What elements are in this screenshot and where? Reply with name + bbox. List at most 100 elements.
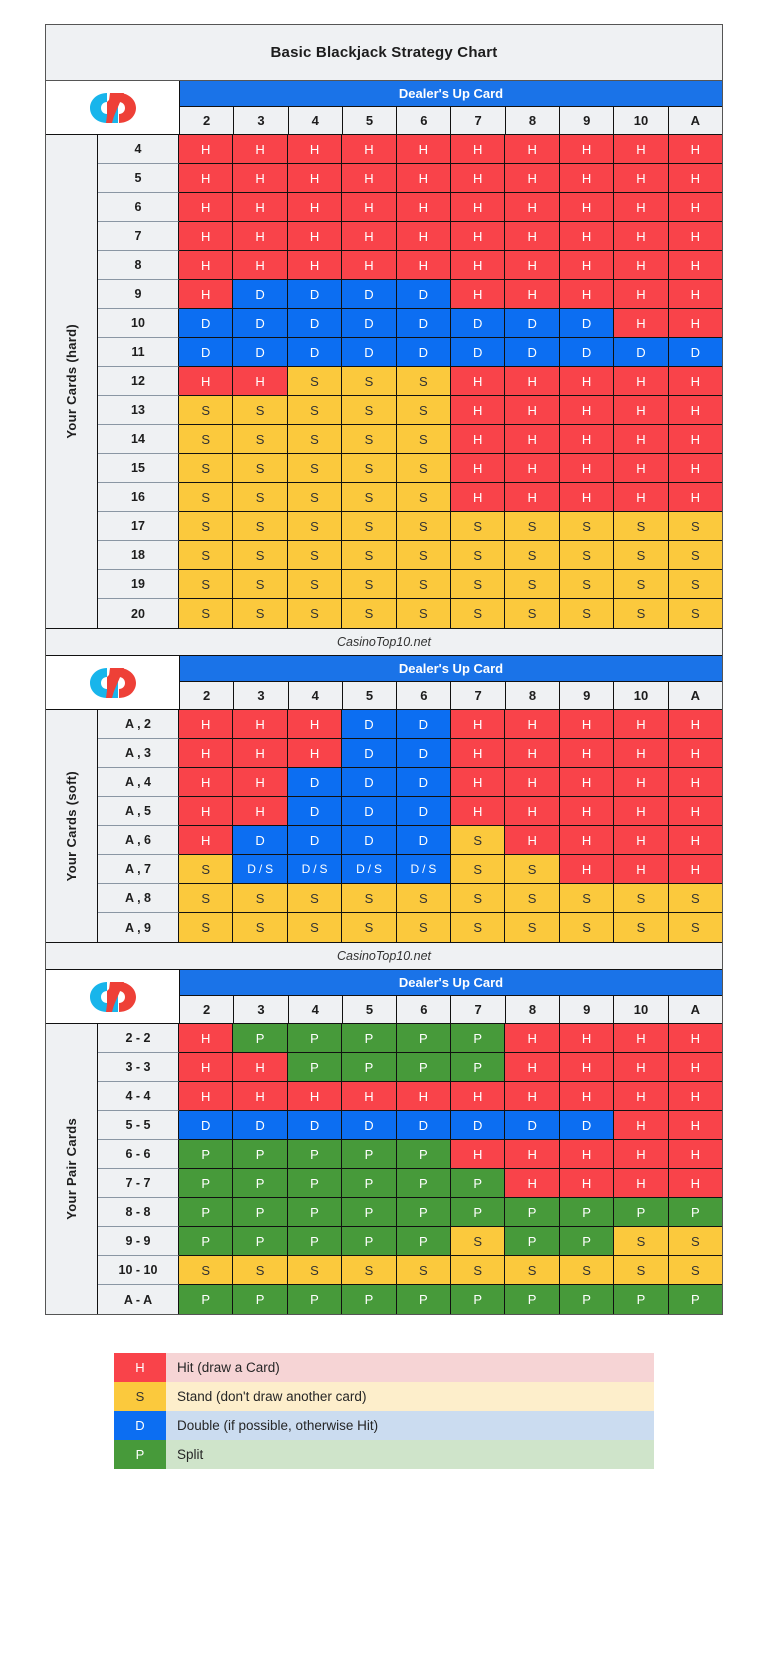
strategy-cell: P — [233, 1140, 288, 1169]
strategy-cell: H — [287, 193, 343, 222]
row-cells: HHHHHHHHHH — [179, 164, 723, 193]
strategy-cell: S — [287, 599, 343, 628]
row-header-18: 18 — [98, 541, 179, 570]
casinotop10-logo — [46, 81, 180, 134]
strategy-cell: S — [396, 425, 452, 454]
attribution-label: CasinoTop10.net — [46, 628, 722, 656]
row-header-A5: A , 5 — [98, 797, 179, 826]
row-cells: HHHHHHHHHH — [179, 251, 723, 280]
strategy-cell: D — [396, 797, 452, 826]
row-cells: SSSSSSSSSS — [179, 512, 723, 541]
strategy-cell: P — [451, 1024, 506, 1053]
column-header-8: 8 — [505, 996, 561, 1023]
column-header-10: 10 — [614, 996, 669, 1023]
strategy-cell: D — [342, 309, 397, 338]
row-cells: HDDDDSHHHH — [179, 826, 723, 855]
strategy-cell: P — [559, 1198, 615, 1227]
table-row: 7 - 7PPPPPPHHHH — [98, 1169, 723, 1198]
strategy-cell: P — [179, 1198, 234, 1227]
strategy-cell: S — [342, 512, 397, 541]
strategy-cell: S — [668, 512, 723, 541]
strategy-cell: S — [668, 1256, 723, 1285]
strategy-cell: S — [451, 913, 506, 942]
strategy-cell: P — [342, 1285, 397, 1314]
row-axis-label-text: Your Pair Cards — [64, 1118, 79, 1220]
strategy-cell: H — [233, 710, 288, 739]
strategy-cell: P — [396, 1227, 452, 1256]
strategy-cell: P — [559, 1285, 615, 1314]
grid-rows: A , 2HHHDDHHHHHA , 3HHHDDHHHHHA , 4HHDDD… — [98, 710, 723, 942]
strategy-cell: H — [505, 1082, 560, 1111]
column-header-6: 6 — [397, 682, 452, 709]
strategy-cell: H — [614, 1140, 669, 1169]
strategy-cell: D / S — [396, 855, 452, 884]
strategy-cell: S — [668, 570, 723, 599]
section-body: Your Cards (hard) 4 H H H H H H H H H H 5 H H H H H H H H H H 6… — [46, 135, 723, 628]
legend-row-P: P Split — [114, 1440, 654, 1469]
column-header-2: 2 — [180, 107, 235, 134]
strategy-cell: S — [233, 884, 288, 913]
table-row: 5HHHHHHHHHH — [98, 164, 723, 193]
row-header-6: 6 — [98, 193, 179, 222]
table-row: A , 5HHDDDHHHHH — [98, 797, 723, 826]
strategy-cell: H — [614, 710, 669, 739]
strategy-cell: D — [396, 338, 452, 367]
strategy-cell: H — [451, 164, 506, 193]
strategy-cell: H — [505, 710, 560, 739]
strategy-cell: H — [451, 768, 506, 797]
strategy-cell: H — [505, 1024, 560, 1053]
strategy-cell: S — [342, 483, 397, 512]
strategy-cell: H — [342, 251, 397, 280]
grid-rows: 2 - 2HPPPPPHHHH3 - 3HHPPPPHHHH4 - 4HHHHH… — [98, 1024, 723, 1314]
row-cells: SSSSSSSSSS — [179, 1256, 723, 1285]
strategy-cell: S — [396, 541, 452, 570]
row-header-6-6: 6 - 6 — [98, 1140, 179, 1169]
strategy-cell: H — [505, 797, 560, 826]
strategy-cell: H — [451, 454, 506, 483]
strategy-cell: H — [396, 222, 452, 251]
strategy-cell: P — [342, 1053, 397, 1082]
strategy-cell: H — [233, 797, 288, 826]
strategy-cell: S — [451, 855, 506, 884]
row-header-14: 14 — [98, 425, 179, 454]
strategy-cell: H — [668, 280, 723, 309]
strategy-cell: S — [559, 599, 615, 628]
strategy-cell: D — [396, 710, 452, 739]
table-row: A , 7SD / SD / SD / SD / SSSHHH — [98, 855, 723, 884]
strategy-cell: H — [668, 309, 723, 338]
section-header: Dealer's Up Card 2 3 4 5 6 7 8 9 10 A — [46, 970, 722, 1024]
strategy-cell: H — [179, 251, 234, 280]
table-row: 14 S S S S S H H H H H — [98, 425, 723, 454]
strategy-cell: H — [451, 135, 506, 164]
column-header-row: 2 3 4 5 6 7 8 9 10 A — [180, 682, 722, 709]
column-header-7: 7 — [451, 682, 506, 709]
row-cells: HHHDDHHHHH — [179, 710, 723, 739]
strategy-cell: P — [342, 1198, 397, 1227]
row-cells: PPPPPPHHHH — [179, 1169, 723, 1198]
strategy-cell: H — [179, 710, 234, 739]
strategy-cell: S — [668, 884, 723, 913]
page-title: Basic Blackjack Strategy Chart — [46, 25, 722, 81]
strategy-cell: P — [451, 1169, 506, 1198]
column-header-9: 9 — [560, 996, 615, 1023]
strategy-cell: H — [559, 367, 615, 396]
strategy-cell: S — [179, 512, 234, 541]
strategy-cell: S — [505, 570, 560, 599]
strategy-cell: H — [559, 251, 615, 280]
row-header-10: 10 — [98, 309, 179, 338]
section-body: Your Cards (soft) A , 2HHHDDHHHHHA , 3HHH… — [46, 710, 723, 942]
strategy-cell: P — [505, 1198, 560, 1227]
strategy-cell: D — [396, 309, 452, 338]
strategy-cell: H — [614, 739, 669, 768]
strategy-cell: H — [668, 1024, 723, 1053]
strategy-cell: S — [287, 913, 343, 942]
strategy-cell: H — [396, 251, 452, 280]
column-header-10: 10 — [614, 682, 669, 709]
row-cells: HPPPPPHHHH — [179, 1024, 723, 1053]
row-header-A3: A , 3 — [98, 739, 179, 768]
strategy-cell: D — [342, 710, 397, 739]
row-axis-label-text: Your Cards (hard) — [64, 324, 79, 439]
column-header-6: 6 — [397, 996, 452, 1023]
strategy-cell: H — [614, 483, 669, 512]
row-header-16: 16 — [98, 483, 179, 512]
